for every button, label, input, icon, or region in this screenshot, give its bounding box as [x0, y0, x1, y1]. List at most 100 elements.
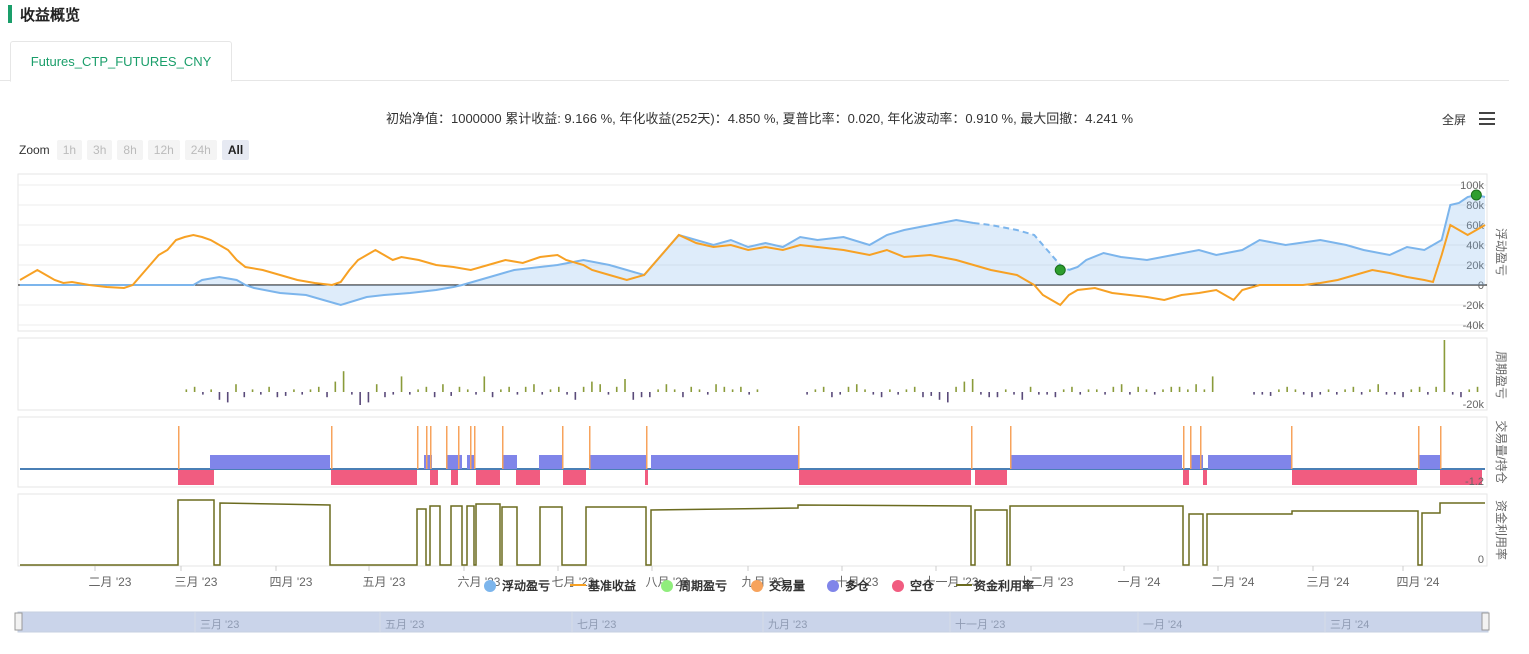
period-pnl-bar: [235, 384, 237, 392]
period-pnl-bar: [1079, 392, 1082, 395]
period-pnl-bar: [731, 389, 734, 392]
y-tick-label: -40k: [1463, 320, 1485, 332]
zoom-button-24h[interactable]: 24h: [184, 140, 217, 160]
long-position-band: [1418, 455, 1440, 469]
period-pnl-bar: [591, 381, 593, 392]
period-pnl-bar: [1013, 392, 1015, 395]
volume-spike: [589, 426, 591, 469]
y-axis-title-position: 交易量/持仓: [1494, 420, 1509, 483]
period-pnl-bar: [1021, 392, 1024, 400]
zoom-button-12h[interactable]: 12h: [147, 140, 180, 160]
period-pnl-bar: [996, 392, 999, 398]
period-pnl-bar: [1302, 392, 1305, 395]
volume-spike: [1418, 426, 1420, 469]
x-tick-label: 二月 '23: [89, 575, 132, 589]
period-pnl-bar: [698, 389, 701, 392]
period-pnl-bar: [1360, 392, 1363, 395]
volume-spike: [474, 426, 476, 469]
period-pnl-bar: [1071, 386, 1073, 392]
period-pnl-bar: [624, 379, 626, 392]
legend-item[interactable]: 浮动盈亏: [502, 578, 550, 593]
period-pnl-bar: [334, 381, 337, 392]
period-pnl-bar: [1095, 389, 1098, 392]
short-position-band: [178, 470, 214, 485]
period-pnl-bar: [1203, 389, 1206, 392]
period-pnl-bar: [400, 376, 403, 392]
period-pnl-bar: [615, 386, 618, 392]
period-pnl-bar: [1178, 386, 1181, 392]
period-pnl-bar: [1336, 392, 1338, 395]
period-pnl-bar: [723, 386, 726, 392]
navigator-tick-label: 一月 '24: [1143, 619, 1182, 631]
long-position-band: [590, 455, 646, 469]
period-pnl-bar: [706, 392, 709, 395]
period-pnl-bar: [847, 386, 850, 392]
period-pnl-bar: [864, 389, 866, 392]
zoom-label: Zoom: [19, 143, 50, 157]
x-tick-label: 三月 '24: [1307, 575, 1350, 589]
period-pnl-bar: [980, 392, 982, 395]
period-pnl-bar: [392, 392, 395, 395]
zoom-button-all[interactable]: All: [221, 140, 250, 160]
period-pnl-bar: [1104, 392, 1106, 395]
zoom-button-8h[interactable]: 8h: [117, 140, 143, 160]
period-pnl-bar: [533, 384, 535, 392]
period-pnl-bar: [1087, 389, 1090, 392]
period-pnl-bar: [1451, 392, 1454, 395]
period-pnl-bar: [1170, 386, 1173, 392]
trade-marker: [1054, 264, 1066, 276]
hamburger-menu-icon[interactable]: [1479, 112, 1495, 125]
navigator-handle-left[interactable]: [14, 612, 23, 631]
y-axis-title-period: 周期盈亏: [1494, 351, 1508, 399]
x-tick-label: 四月 '24: [1397, 575, 1440, 589]
period-pnl-bar: [1195, 384, 1197, 392]
period-pnl-bar: [549, 389, 552, 392]
x-tick-label: 一月 '24: [1118, 575, 1161, 589]
period-pnl-bar: [1427, 392, 1429, 395]
period-pnl-bar: [1120, 384, 1123, 392]
period-pnl-bar: [582, 386, 585, 392]
volume-spike: [430, 426, 432, 469]
period-pnl-bar: [905, 389, 908, 392]
period-pnl-bar: [839, 392, 842, 395]
period-pnl-bar: [1269, 392, 1272, 396]
tab-futures-ctp[interactable]: Futures_CTP_FUTURES_CNY: [10, 41, 232, 82]
legend-item[interactable]: 交易量: [769, 578, 805, 593]
legend-item[interactable]: 基准收益: [587, 578, 636, 593]
period-pnl-bar: [855, 384, 858, 392]
long-position-band: [446, 455, 462, 469]
volume-spike: [1010, 426, 1012, 469]
period-pnl-bar: [1377, 384, 1380, 392]
period-pnl-bar: [1112, 386, 1115, 392]
period-pnl-bar: [657, 389, 659, 392]
period-pnl-bar: [1004, 389, 1007, 392]
fullscreen-button[interactable]: 全屏: [1442, 111, 1466, 128]
period-pnl-bar: [649, 392, 651, 398]
legend-item[interactable]: 周期盈亏: [679, 578, 727, 593]
period-pnl-bar: [938, 392, 941, 400]
zoom-button-3h[interactable]: 3h: [87, 140, 113, 160]
zoom-button-1h[interactable]: 1h: [56, 140, 83, 160]
period-pnl-bar: [690, 386, 693, 392]
period-pnl-bar: [351, 392, 353, 395]
period-pnl-bar: [1145, 389, 1148, 392]
period-pnl-bar: [930, 392, 933, 396]
period-pnl-bar: [806, 392, 808, 395]
period-pnl-bar: [1344, 389, 1346, 392]
short-position-band: [1203, 470, 1207, 485]
period-pnl-bar: [218, 392, 221, 400]
legend-dot-icon: [661, 580, 673, 592]
zoom-bar: Zoom 1h 3h 8h 12h 24h All: [19, 140, 254, 160]
utilization-line: [20, 499, 1485, 566]
legend-item[interactable]: 多仓: [845, 578, 870, 593]
navigator-handle-right[interactable]: [1481, 612, 1490, 631]
period-pnl-bar: [524, 386, 527, 392]
period-pnl-bar: [897, 392, 899, 395]
legend-item[interactable]: 空仓: [910, 578, 935, 593]
period-pnl-bar: [1410, 389, 1413, 392]
period-pnl-bar: [491, 392, 494, 398]
legend-item[interactable]: 资金利用率: [974, 578, 1034, 593]
x-tick-label: 三月 '23: [175, 575, 218, 589]
period-pnl-bar: [251, 389, 254, 392]
y-tick-label: -20k: [1463, 399, 1485, 411]
